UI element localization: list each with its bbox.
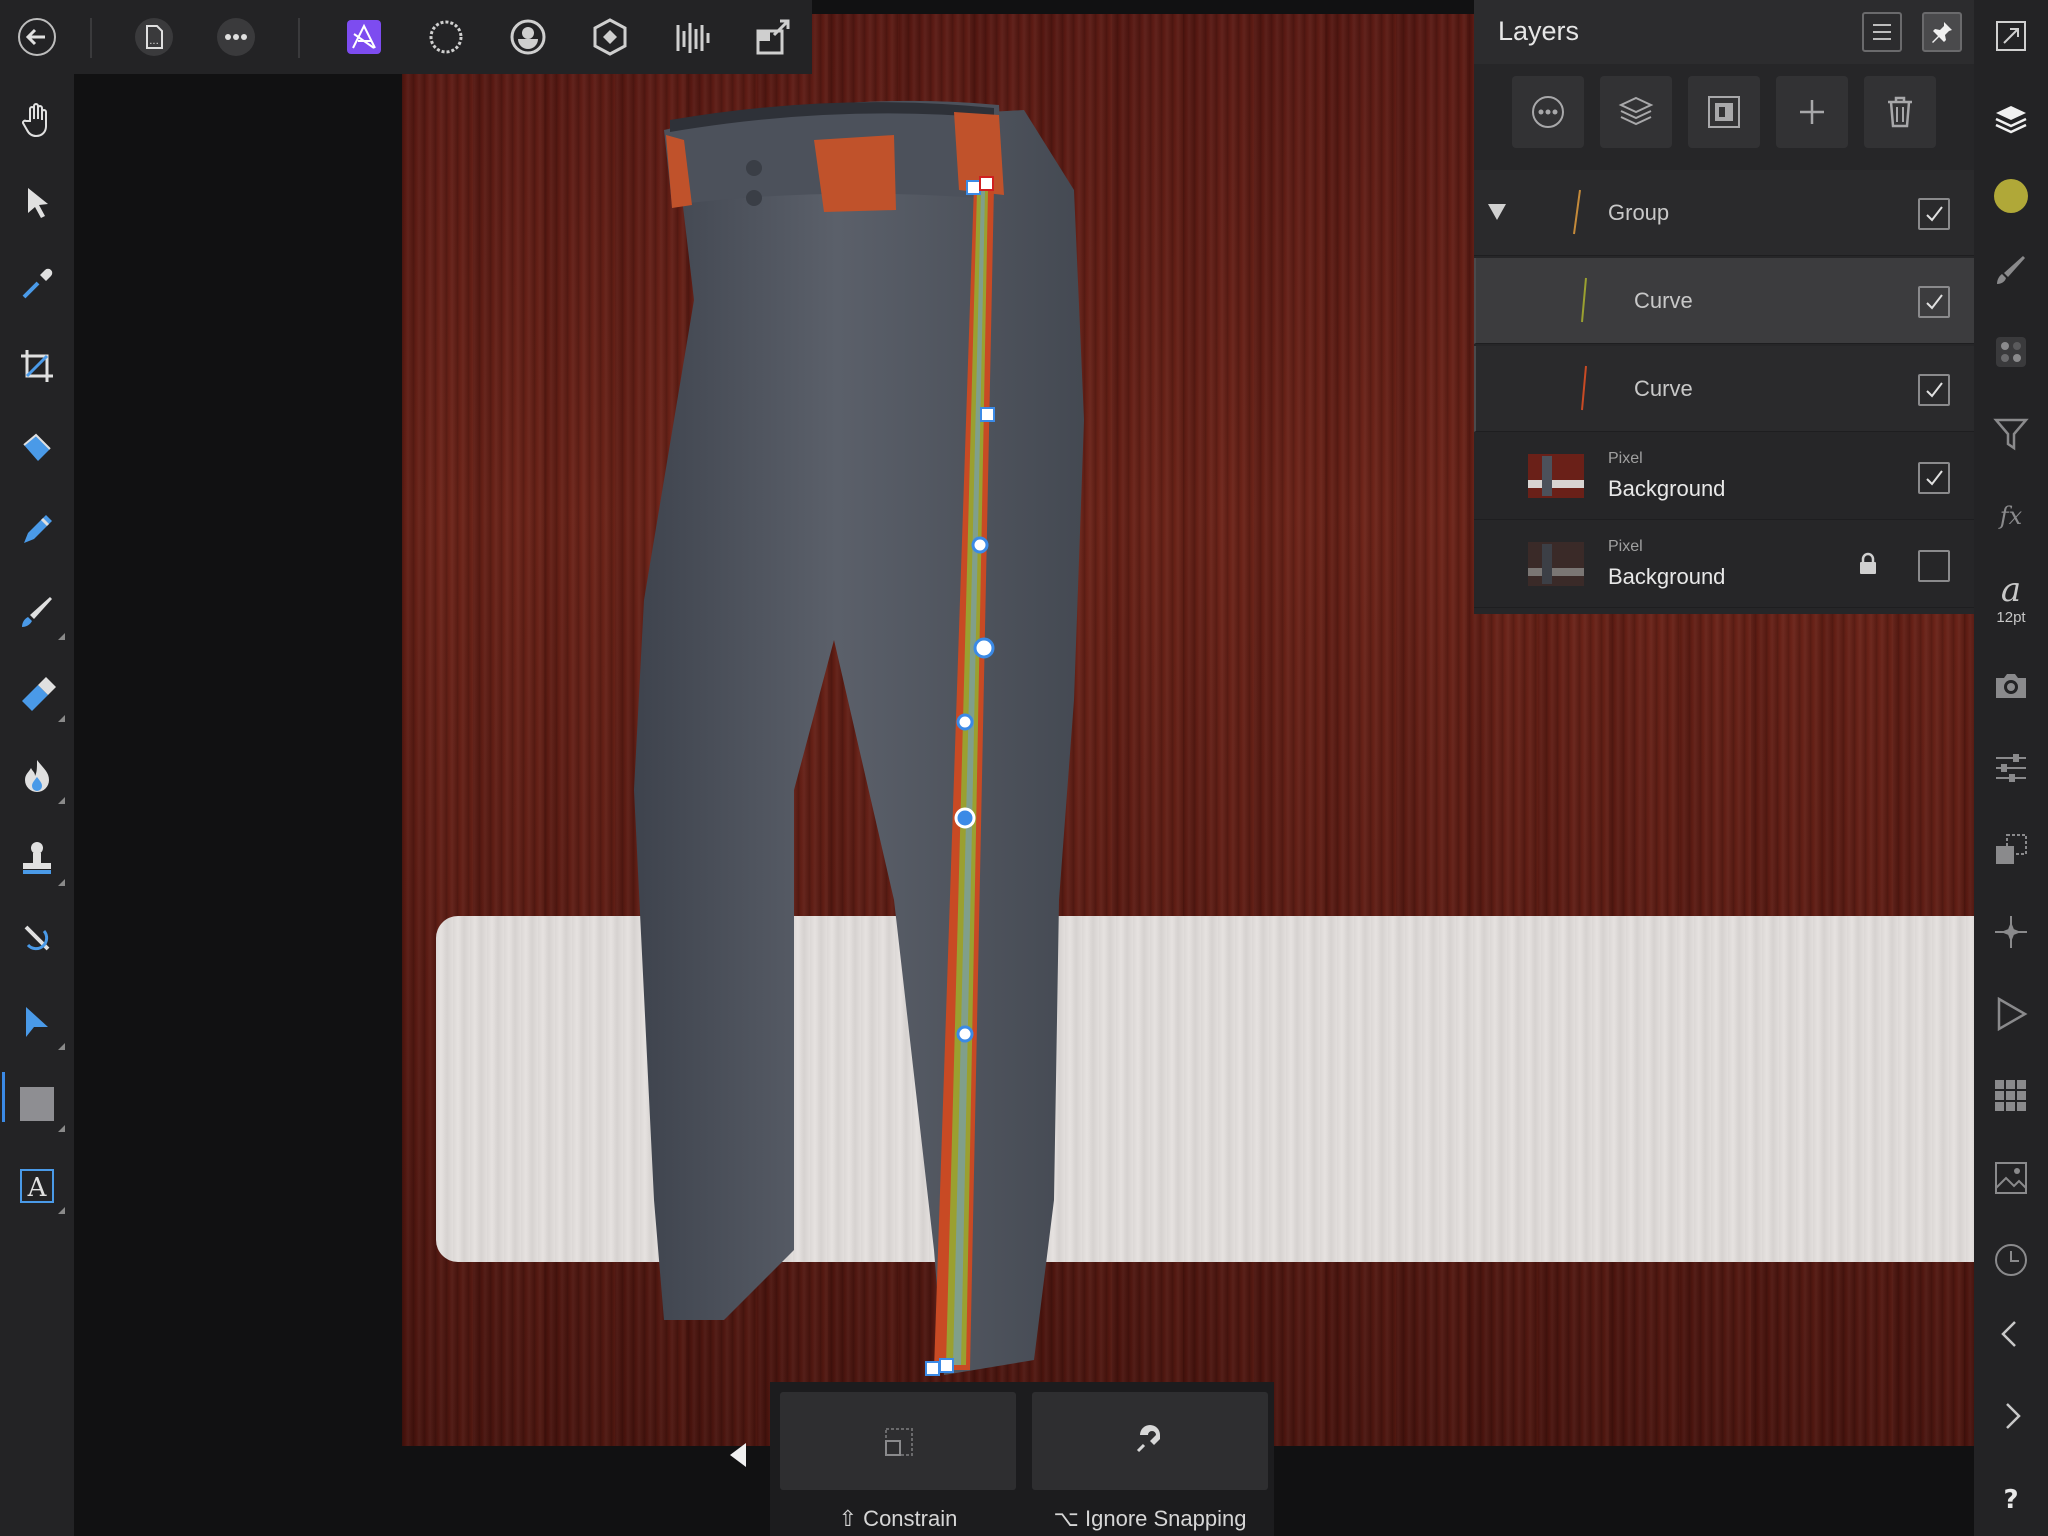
history-studio-icon[interactable] <box>1987 1236 2035 1284</box>
layer-visibility-checkbox[interactable] <box>1918 198 1950 230</box>
text-size-label: 12pt <box>1996 608 2026 626</box>
back-icon[interactable] <box>13 13 61 61</box>
node-tool-icon[interactable] <box>13 998 65 1050</box>
brushes-studio-icon[interactable] <box>1987 246 2035 294</box>
toolbar-divider <box>298 18 300 58</box>
top-toolbar: ... <box>0 0 812 74</box>
pin-panel-icon[interactable] <box>1922 12 1962 52</box>
layer-row-curve[interactable]: Curve <box>1474 346 1974 432</box>
selection-brush-tool-icon[interactable] <box>13 506 61 554</box>
erase-brush-tool-icon[interactable] <box>13 670 65 722</box>
layer-visibility-checkbox[interactable] <box>1918 550 1950 582</box>
help-icon[interactable]: ? <box>1987 1474 2035 1522</box>
redo-icon[interactable] <box>1987 1392 2035 1440</box>
layer-thumbnail <box>1573 189 1581 235</box>
layer-name: Background <box>1608 476 1726 501</box>
liquify-persona-icon[interactable] <box>422 13 470 61</box>
develop-persona-icon[interactable] <box>504 13 552 61</box>
adjustments-studio-icon[interactable] <box>1987 328 2035 376</box>
lock-icon[interactable] <box>1858 552 1878 576</box>
add-layer-icon[interactable] <box>1776 76 1848 148</box>
svg-text:?: ? <box>2003 1485 2018 1515</box>
studio-bar: fx a 12pt ? <box>1974 0 2048 1536</box>
panel-menu-icon[interactable] <box>1862 12 1902 52</box>
add-mask-layer-icon[interactable] <box>1688 76 1760 148</box>
stock-studio-icon[interactable] <box>1987 1154 2035 1202</box>
snapping-magnet-icon <box>1136 1425 1160 1453</box>
expand-triangle-icon[interactable] <box>1486 202 1508 222</box>
constrain-label: ⇧ Constrain <box>838 1506 958 1531</box>
constrain-button[interactable] <box>780 1392 1016 1490</box>
layer-visibility-checkbox[interactable] <box>1918 462 1950 494</box>
effects-studio-icon[interactable]: fx <box>1987 492 2035 540</box>
layer-row-curve-selected[interactable]: Curve <box>1474 258 1974 344</box>
layer-type-label: Pixel <box>1608 450 1643 467</box>
affinity-photo-app: ... A Layers Group Curve Curve Pixel Bac… <box>0 0 2048 1536</box>
svg-text:...: ... <box>149 36 159 47</box>
toolbar-divider <box>90 18 92 58</box>
layer-name: Curve <box>1634 288 1693 313</box>
layer-visibility-checkbox[interactable] <box>1918 374 1950 406</box>
snapping-studio-icon[interactable] <box>1987 908 2035 956</box>
svg-text:fx: fx <box>1998 502 2023 530</box>
layer-row-group[interactable]: Group <box>1474 170 1974 256</box>
crop-tool-icon[interactable] <box>13 342 61 390</box>
layers-studio-icon[interactable] <box>1987 96 2035 144</box>
context-toolbar: ⇧ Constrain ⌥ Ignore Snapping <box>770 1382 1274 1536</box>
move-tool-icon[interactable] <box>13 178 61 226</box>
fullscreen-icon[interactable] <box>1987 12 2035 60</box>
export-persona-icon[interactable] <box>668 13 716 61</box>
macro-studio-icon[interactable] <box>1987 990 2035 1038</box>
ignore-snapping-button[interactable] <box>1032 1392 1268 1490</box>
layer-visibility-checkbox[interactable] <box>1918 286 1950 318</box>
tone-mapping-persona-icon[interactable] <box>586 13 634 61</box>
layers-panel-header: Layers <box>1474 0 1974 64</box>
navigator-studio-icon[interactable] <box>1987 826 2035 874</box>
dodge-brush-tool-icon[interactable] <box>13 752 65 804</box>
constrain-icon <box>885 1428 913 1456</box>
layers-panel-title: Layers <box>1498 16 1580 46</box>
delete-layer-icon[interactable] <box>1864 76 1936 148</box>
clone-brush-tool-icon[interactable] <box>13 834 65 886</box>
layer-thumbnail <box>1528 542 1584 586</box>
layer-options-icon[interactable] <box>1512 76 1584 148</box>
photo-persona-icon[interactable] <box>340 13 388 61</box>
layer-name: Background <box>1608 564 1726 589</box>
svg-text:a: a <box>2001 571 2021 607</box>
svg-text:A: A <box>27 1173 48 1203</box>
layer-name: Curve <box>1634 376 1693 401</box>
more-icon[interactable] <box>212 13 260 61</box>
layer-name: Group <box>1608 200 1670 225</box>
layer-row-background[interactable]: Pixel Background <box>1474 434 1974 520</box>
transform-studio-icon[interactable] <box>1987 744 2035 792</box>
text-styles-studio-icon[interactable]: a 12pt <box>1987 566 2035 630</box>
undo-icon[interactable] <box>1987 1310 2035 1358</box>
layer-thumbnail <box>1581 277 1587 323</box>
layers-actions-bar <box>1474 64 1974 164</box>
channels-studio-icon[interactable] <box>1987 1072 2035 1120</box>
filters-studio-icon[interactable] <box>1987 410 2035 458</box>
text-tool-icon[interactable]: A <box>13 1162 65 1214</box>
tools-panel: A <box>0 74 74 1536</box>
color-studio-icon[interactable] <box>1987 172 2035 220</box>
flood-fill-tool-icon[interactable] <box>13 424 61 472</box>
add-pixel-layer-icon[interactable] <box>1600 76 1672 148</box>
document-icon[interactable]: ... <box>130 13 178 61</box>
layer-thumbnail <box>1528 454 1584 498</box>
layer-type-label: Pixel <box>1608 538 1643 555</box>
blemish-removal-tool-icon[interactable] <box>13 916 61 964</box>
paint-brush-tool-icon[interactable] <box>13 588 65 640</box>
collapse-context-bar-icon[interactable] <box>726 1440 750 1470</box>
camera-studio-icon[interactable] <box>1987 662 2035 710</box>
layer-thumbnail <box>1581 365 1587 411</box>
layer-row-background-locked[interactable]: Pixel Background <box>1474 522 1974 608</box>
selected-tool-indicator <box>2 1072 5 1122</box>
ignore-snapping-label: ⌥ Ignore Snapping <box>1053 1506 1247 1531</box>
layers-panel: Layers Group Curve Curve Pixel Backgroun… <box>1474 0 1974 614</box>
rectangle-tool-icon[interactable] <box>13 1080 65 1132</box>
color-picker-tool-icon[interactable] <box>13 260 61 308</box>
share-icon[interactable] <box>750 13 798 61</box>
hand-tool-icon[interactable] <box>13 96 61 144</box>
